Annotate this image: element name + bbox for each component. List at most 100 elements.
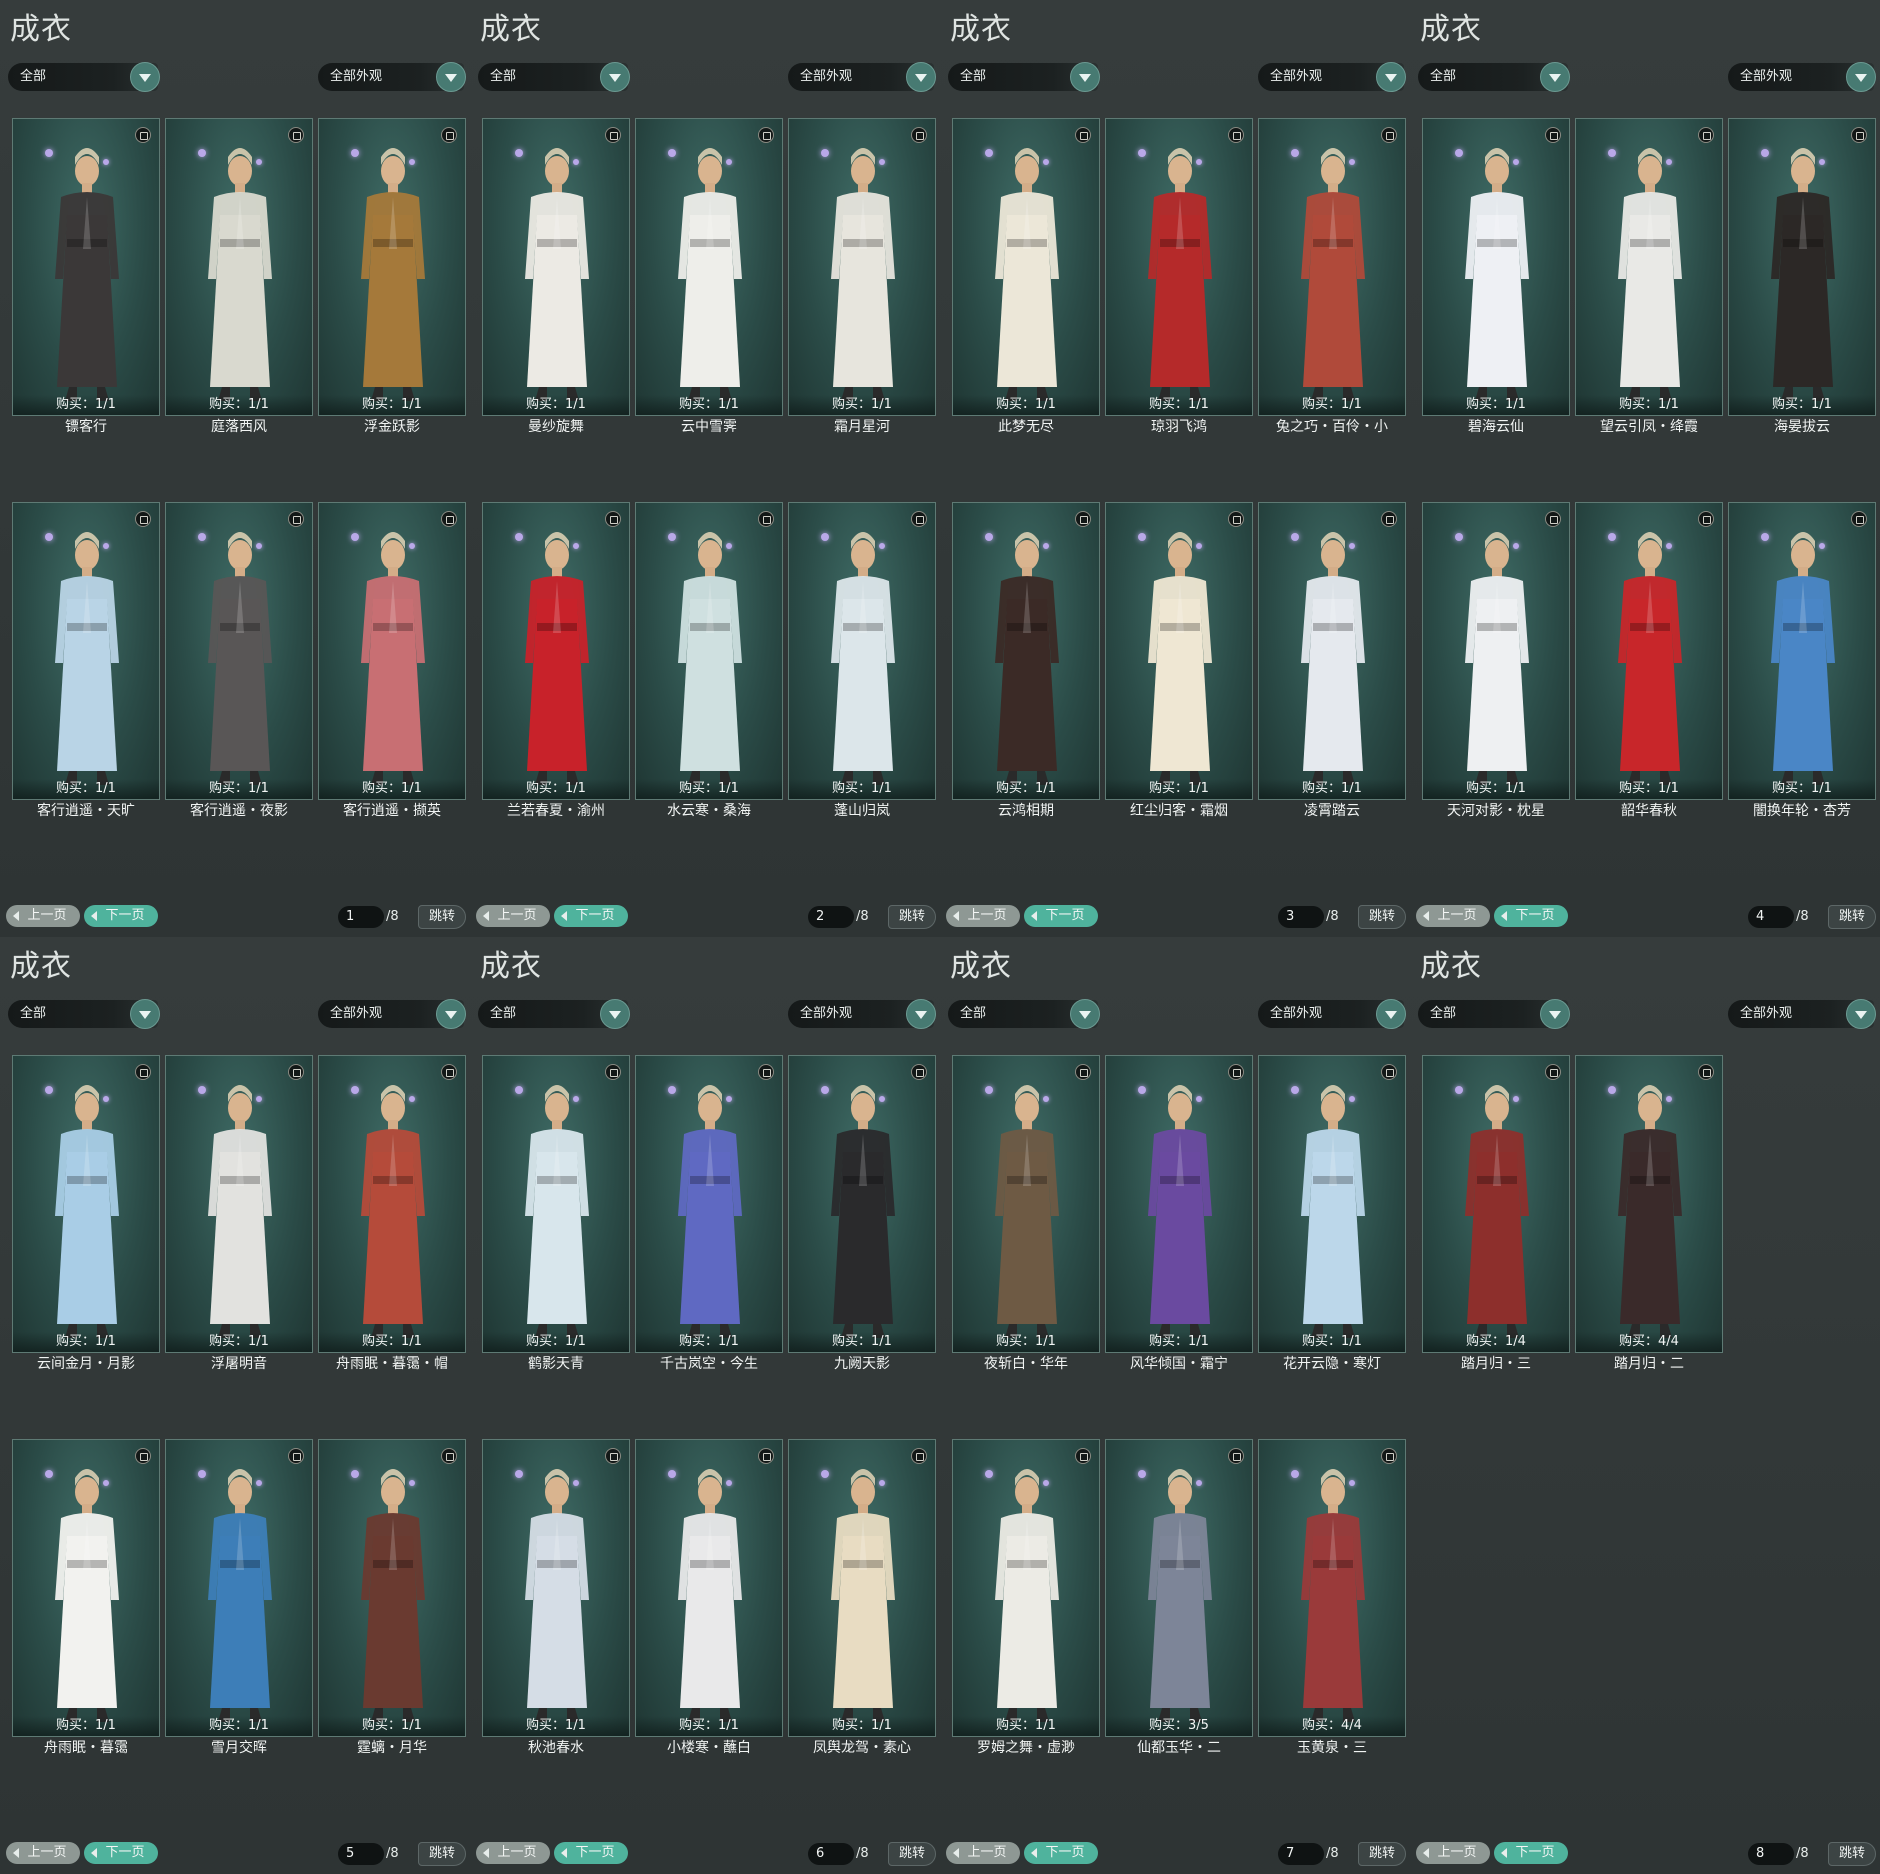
chevron-down-icon[interactable] — [600, 999, 630, 1029]
outfit-card[interactable]: 购买：1/1 — [1258, 1055, 1406, 1353]
appearance-filter-select[interactable]: 全部外观 — [788, 62, 936, 92]
page-number-input[interactable]: 3 — [1278, 906, 1324, 928]
jump-button[interactable]: 跳转 — [888, 905, 936, 929]
appearance-filter-select[interactable]: 全部外观 — [1258, 62, 1406, 92]
lock-icon[interactable] — [1228, 1448, 1244, 1464]
chevron-down-icon[interactable] — [1070, 62, 1100, 92]
lock-icon[interactable] — [135, 511, 151, 527]
outfit-card[interactable]: 购买：1/1 — [1105, 1055, 1253, 1353]
outfit-card[interactable]: 购买：1/1 — [788, 502, 936, 800]
chevron-down-icon[interactable] — [130, 62, 160, 92]
prev-page-button[interactable]: 上一页 — [1416, 1842, 1490, 1864]
category-filter-select[interactable]: 全部 — [8, 999, 160, 1029]
lock-icon[interactable] — [1698, 127, 1714, 143]
lock-icon[interactable] — [1228, 511, 1244, 527]
outfit-card[interactable]: 购买：1/1 — [635, 502, 783, 800]
outfit-card[interactable]: 购买：1/1 — [318, 118, 466, 416]
page-number-input[interactable]: 5 — [338, 1843, 384, 1865]
outfit-card[interactable]: 购买：1/1 — [952, 118, 1100, 416]
lock-icon[interactable] — [135, 127, 151, 143]
outfit-card[interactable]: 购买：1/1 — [788, 1055, 936, 1353]
outfit-card[interactable]: 购买：1/1 — [12, 1055, 160, 1353]
lock-icon[interactable] — [1228, 127, 1244, 143]
chevron-down-icon[interactable] — [1376, 999, 1406, 1029]
lock-icon[interactable] — [135, 1064, 151, 1080]
lock-icon[interactable] — [1075, 127, 1091, 143]
next-page-button[interactable]: 下一页 — [1024, 905, 1098, 927]
lock-icon[interactable] — [758, 1448, 774, 1464]
outfit-card[interactable]: 购买：1/1 — [165, 118, 313, 416]
outfit-card[interactable]: 购买：1/1 — [12, 118, 160, 416]
appearance-filter-select[interactable]: 全部外观 — [1728, 999, 1876, 1029]
page-number-input[interactable]: 4 — [1748, 906, 1794, 928]
chevron-down-icon[interactable] — [1846, 999, 1876, 1029]
outfit-card[interactable]: 购买：1/1 — [165, 1055, 313, 1353]
category-filter-select[interactable]: 全部 — [1418, 999, 1570, 1029]
appearance-filter-select[interactable]: 全部外观 — [1258, 999, 1406, 1029]
category-filter-select[interactable]: 全部 — [948, 999, 1100, 1029]
lock-icon[interactable] — [1381, 511, 1397, 527]
outfit-card[interactable]: 购买：1/1 — [788, 1439, 936, 1737]
appearance-filter-select[interactable]: 全部外观 — [1728, 62, 1876, 92]
outfit-card[interactable]: 购买：1/1 — [635, 1439, 783, 1737]
chevron-down-icon[interactable] — [130, 999, 160, 1029]
outfit-card[interactable]: 购买：1/1 — [165, 502, 313, 800]
jump-button[interactable]: 跳转 — [1828, 905, 1876, 929]
prev-page-button[interactable]: 上一页 — [946, 905, 1020, 927]
lock-icon[interactable] — [288, 1064, 304, 1080]
next-page-button[interactable]: 下一页 — [554, 905, 628, 927]
lock-icon[interactable] — [441, 1064, 457, 1080]
outfit-card[interactable]: 购买：1/1 — [482, 502, 630, 800]
category-filter-select[interactable]: 全部 — [478, 999, 630, 1029]
chevron-down-icon[interactable] — [1540, 999, 1570, 1029]
lock-icon[interactable] — [911, 1064, 927, 1080]
lock-icon[interactable] — [441, 511, 457, 527]
appearance-filter-select[interactable]: 全部外观 — [318, 999, 466, 1029]
page-number-input[interactable]: 7 — [1278, 1843, 1324, 1865]
chevron-down-icon[interactable] — [1540, 62, 1570, 92]
jump-button[interactable]: 跳转 — [1358, 1842, 1406, 1866]
next-page-button[interactable]: 下一页 — [1024, 1842, 1098, 1864]
lock-icon[interactable] — [1545, 511, 1561, 527]
jump-button[interactable]: 跳转 — [888, 1842, 936, 1866]
prev-page-button[interactable]: 上一页 — [476, 905, 550, 927]
lock-icon[interactable] — [1545, 1064, 1561, 1080]
lock-icon[interactable] — [911, 1448, 927, 1464]
outfit-card[interactable]: 购买：1/1 — [952, 502, 1100, 800]
chevron-down-icon[interactable] — [1070, 999, 1100, 1029]
page-number-input[interactable]: 6 — [808, 1843, 854, 1865]
prev-page-button[interactable]: 上一页 — [946, 1842, 1020, 1864]
outfit-card[interactable]: 购买：1/1 — [482, 118, 630, 416]
next-page-button[interactable]: 下一页 — [1494, 905, 1568, 927]
lock-icon[interactable] — [1075, 511, 1091, 527]
chevron-down-icon[interactable] — [906, 999, 936, 1029]
category-filter-select[interactable]: 全部 — [8, 62, 160, 92]
lock-icon[interactable] — [758, 511, 774, 527]
outfit-card[interactable]: 购买：1/1 — [1728, 118, 1876, 416]
outfit-card[interactable]: 购买：1/1 — [1575, 118, 1723, 416]
outfit-card[interactable]: 购买：1/1 — [318, 1439, 466, 1737]
prev-page-button[interactable]: 上一页 — [476, 1842, 550, 1864]
prev-page-button[interactable]: 上一页 — [6, 1842, 80, 1864]
outfit-card[interactable]: 购买：1/1 — [1105, 502, 1253, 800]
lock-icon[interactable] — [1698, 1064, 1714, 1080]
chevron-down-icon[interactable] — [600, 62, 630, 92]
lock-icon[interactable] — [1075, 1064, 1091, 1080]
jump-button[interactable]: 跳转 — [1828, 1842, 1876, 1866]
chevron-down-icon[interactable] — [1846, 62, 1876, 92]
outfit-card[interactable]: 购买：1/1 — [1575, 502, 1723, 800]
appearance-filter-select[interactable]: 全部外观 — [788, 999, 936, 1029]
outfit-card[interactable]: 购买：1/1 — [1422, 502, 1570, 800]
outfit-card[interactable]: 购买：1/1 — [1258, 118, 1406, 416]
lock-icon[interactable] — [605, 1448, 621, 1464]
lock-icon[interactable] — [288, 127, 304, 143]
lock-icon[interactable] — [1698, 511, 1714, 527]
lock-icon[interactable] — [1851, 511, 1867, 527]
lock-icon[interactable] — [758, 127, 774, 143]
next-page-button[interactable]: 下一页 — [1494, 1842, 1568, 1864]
outfit-card[interactable]: 购买：4/4 — [1575, 1055, 1723, 1353]
lock-icon[interactable] — [1381, 1064, 1397, 1080]
page-number-input[interactable]: 8 — [1748, 1843, 1794, 1865]
lock-icon[interactable] — [1228, 1064, 1244, 1080]
outfit-card[interactable]: 购买：1/1 — [12, 1439, 160, 1737]
